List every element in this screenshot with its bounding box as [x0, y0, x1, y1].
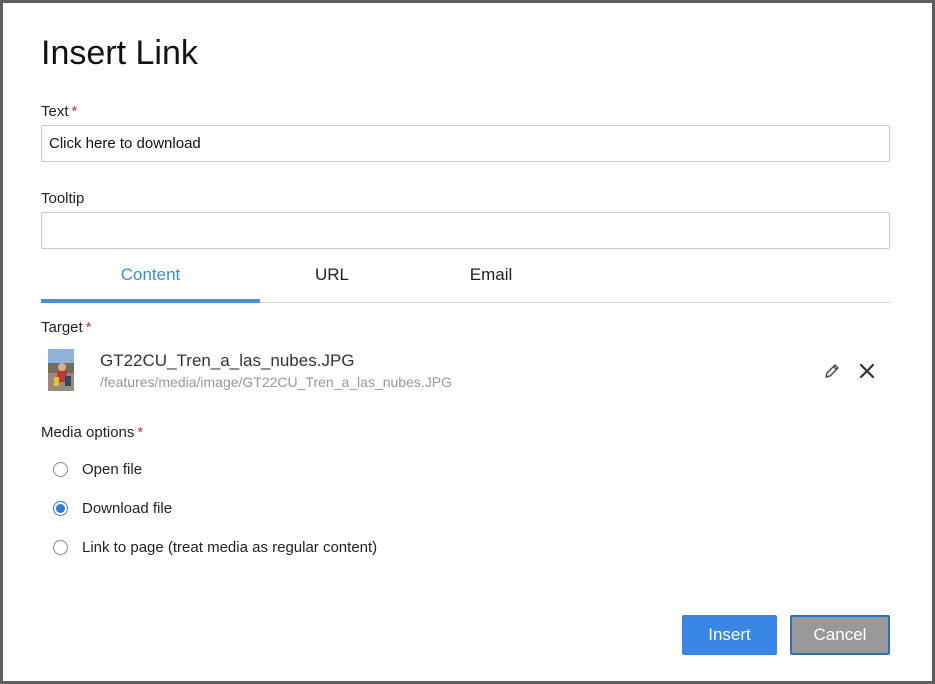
tooltip-label: Tooltip [41, 190, 85, 207]
target-file-name[interactable]: GT22CU_Tren_a_las_nubes.JPG [100, 351, 355, 371]
text-label: Text [41, 103, 69, 120]
radio-button-checked[interactable] [53, 501, 68, 516]
target-field-label: Target * [41, 319, 92, 337]
insert-button[interactable]: Insert [682, 615, 777, 655]
target-item: GT22CU_Tren_a_las_nubes.JPG /features/me… [41, 347, 890, 395]
target-label: Target [41, 319, 83, 336]
dialog-title: Insert Link [41, 34, 198, 72]
link-type-tabs: Content URL Email [41, 255, 890, 303]
close-icon[interactable] [857, 361, 877, 381]
tooltip-field-label: Tooltip [41, 190, 84, 208]
required-mark: * [85, 319, 92, 336]
text-input[interactable] [41, 125, 890, 162]
radio-label: Open file [82, 461, 143, 478]
image-thumbnail [48, 349, 74, 391]
required-mark: * [137, 424, 144, 441]
cancel-button[interactable]: Cancel [790, 615, 890, 655]
radio-label: Link to page (treat media as regular con… [82, 539, 378, 556]
radio-button[interactable] [53, 540, 68, 555]
target-file-path: /features/media/image/GT22CU_Tren_a_las_… [100, 374, 452, 390]
text-field-label: Text * [41, 103, 77, 121]
tab-content[interactable]: Content [41, 255, 260, 302]
required-mark: * [71, 103, 78, 120]
media-options-title: Media options [41, 424, 135, 441]
tab-email[interactable]: Email [411, 255, 571, 302]
tooltip-input[interactable] [41, 212, 890, 249]
radio-label: Download file [82, 500, 173, 517]
pencil-icon[interactable] [822, 361, 842, 381]
media-options-label: Media options * [41, 424, 143, 442]
active-tab-indicator [41, 299, 260, 303]
insert-link-dialog: Insert Link Text* Tooltip Content URL Em… [3, 3, 932, 681]
radio-button[interactable] [53, 462, 68, 477]
tab-url[interactable]: URL [260, 255, 404, 302]
